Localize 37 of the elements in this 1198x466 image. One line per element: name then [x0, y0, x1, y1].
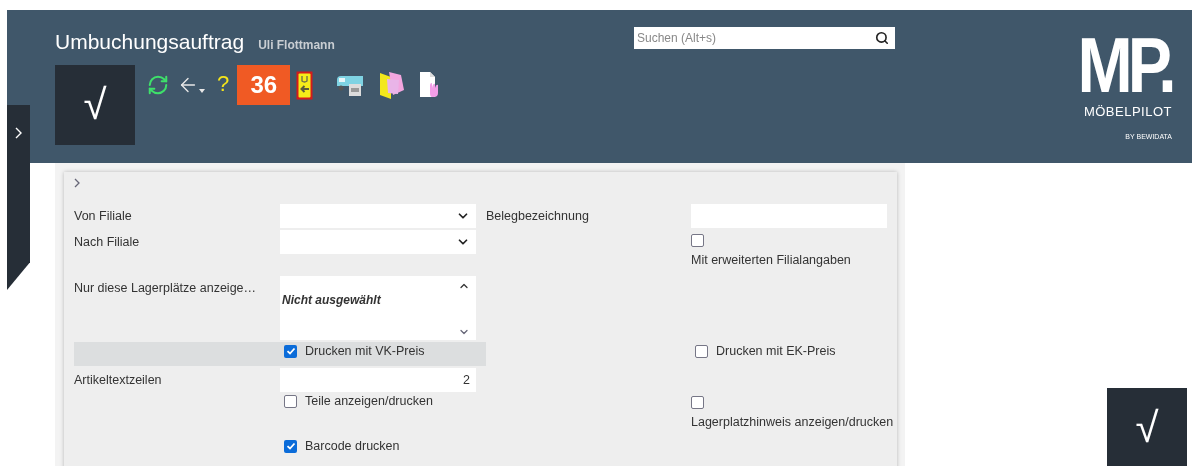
- side-panel-toggle[interactable]: [7, 105, 30, 290]
- caret-icon: [199, 89, 205, 93]
- checkbox[interactable]: [695, 344, 708, 358]
- user-name: Uli Flottmann: [258, 38, 335, 52]
- checkbox[interactable]: [691, 396, 704, 409]
- field-label: Nur diese Lagerplätze anzeige…: [74, 280, 257, 295]
- checkbox-label: Teile anzeigen/drucken: [305, 394, 433, 408]
- checkbox-label: Mit erweiterten Filialangaben: [691, 253, 851, 267]
- refresh-icon: [147, 74, 169, 96]
- field-value: Nicht ausgewählt: [282, 293, 381, 309]
- field-label: Von Filiale: [74, 208, 132, 223]
- multiselect-field[interactable]: Nicht ausgewählt: [280, 276, 476, 340]
- search-icon[interactable]: [875, 31, 889, 45]
- chevron-right-icon[interactable]: [74, 178, 80, 188]
- help-button[interactable]: ?: [217, 71, 230, 97]
- transfer-button[interactable]: [296, 70, 314, 100]
- select-field[interactable]: [280, 204, 476, 228]
- confirm-button[interactable]: √: [55, 65, 135, 145]
- checkbox-label: Barcode drucken: [305, 439, 400, 453]
- input-field[interactable]: 2: [280, 368, 476, 392]
- field-label: Artikeltextzeilen: [74, 372, 162, 387]
- checkbox-label: Drucken mit VK-Preis: [305, 344, 425, 358]
- checkbox[interactable]: [284, 344, 297, 358]
- checkbox[interactable]: [691, 234, 704, 247]
- checkbox[interactable]: [284, 394, 297, 408]
- checkbox-label: Drucken mit EK-Preis: [716, 344, 836, 358]
- select-field[interactable]: [280, 230, 476, 254]
- refresh-button[interactable]: [147, 74, 169, 96]
- chevron-right-icon: [15, 127, 22, 139]
- confirm-button[interactable]: √: [1107, 388, 1187, 466]
- checkbox[interactable]: [284, 439, 297, 453]
- field-label: Nach Filiale: [74, 234, 140, 249]
- page-title: Umbuchungsauftrag: [55, 30, 245, 54]
- folder-icon[interactable]: [379, 70, 406, 100]
- field-label: Belegbezeichnung: [486, 208, 589, 223]
- checkbox-label: Lagerplatzhinweis anzeigen/drucken: [691, 415, 894, 429]
- search-field[interactable]: Suchen (Alt+s): [634, 27, 895, 49]
